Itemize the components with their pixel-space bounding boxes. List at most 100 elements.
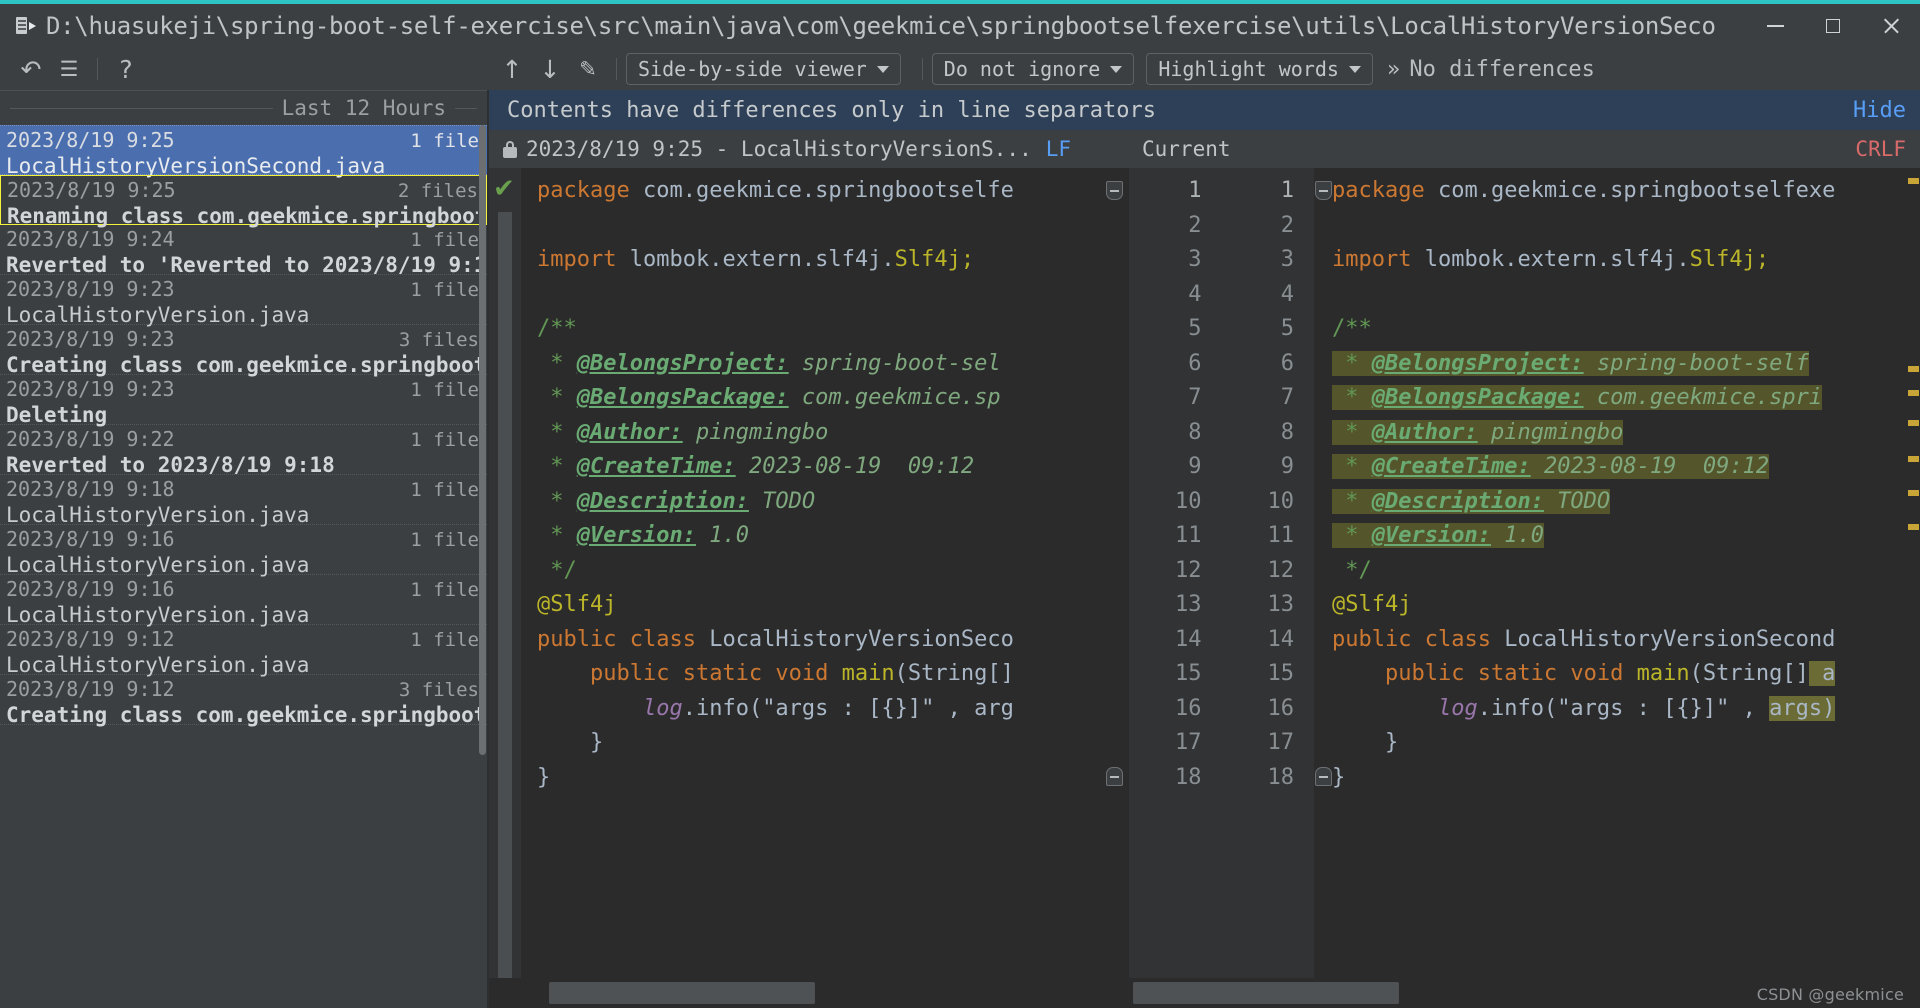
highlight-policy-label: Highlight words (1158, 57, 1339, 81)
history-revision-item[interactable]: 2023/8/19 9:23 3 files Creating class com.… (0, 325, 487, 377)
compare-files-button[interactable]: ☰ (50, 53, 88, 85)
line-number: 17 (1267, 730, 1295, 755)
right-line-numbers: 1 2 3 4 5 6 7 8 9 10 11 12 13 14 15 16 17 18 (1222, 174, 1315, 1008)
diff-marker (1908, 490, 1919, 496)
sidebar-scrollbar[interactable] (477, 125, 487, 1008)
sidebar-scrollbar-thumb[interactable] (479, 125, 486, 755)
window-title-bar: D:\huasukeji\spring-boot-self-exercise\s… (0, 4, 1920, 48)
highlight-policy-dropdown[interactable]: Highlight words (1146, 53, 1373, 85)
revision-file-count: 1 file (410, 579, 479, 601)
line-number: 15 (1267, 661, 1295, 686)
right-code-pane[interactable]: package com.geekmice.springbootselfexe im… (1314, 168, 1920, 1008)
history-revision-item[interactable]: 2023/8/19 9:23 1 file LocalHistoryVersion.… (0, 275, 487, 327)
horizontal-scrollbar-left[interactable] (549, 982, 815, 1004)
left-pane-title: 2023/8/19 9:25 - LocalHistoryVersionS... (526, 137, 1032, 161)
code-line: * @Author: pingmingbo (1332, 419, 1624, 445)
left-code-pane[interactable]: package com.geekmice.springbootselfe impo… (521, 168, 1129, 1008)
revert-button[interactable]: ↶ (12, 53, 50, 85)
horizontal-scrollbar-right[interactable] (1133, 982, 1399, 1004)
line-separator-notice: Contents have differences only in line s… (489, 90, 1920, 130)
watermark-text: CSDN @geekmice (1756, 985, 1904, 1004)
line-number: 7 (1280, 385, 1294, 410)
revision-timestamp: 2023/8/19 9:23 (6, 277, 175, 301)
revision-timestamp: 2023/8/19 9:25 (7, 178, 176, 202)
history-revision-item[interactable]: 2023/8/19 9:25 2 files Renaming class com.… (0, 175, 487, 228)
revision-file-count: 3 files (398, 329, 479, 351)
fold-marker-bottom-right[interactable] (1315, 767, 1332, 786)
code-line: } (537, 730, 604, 755)
diff-marker (1908, 178, 1919, 184)
line-number: 16 (1175, 695, 1202, 721)
code-line: public static void main(String[] (589, 661, 1014, 686)
arrow-down-icon: ↓ (539, 54, 561, 84)
left-pane-title-group: 2023/8/19 9:25 - LocalHistoryVersionS...… (489, 137, 1124, 161)
pencil-edit-icon: ✎ (579, 57, 597, 81)
history-revision-item[interactable]: 2023/8/19 9:12 3 files Creating class com.… (0, 675, 487, 727)
line-number: 6 (1188, 350, 1202, 376)
minimize-button[interactable] (1746, 4, 1804, 48)
chevron-down-icon (876, 65, 889, 73)
history-revision-item[interactable]: 2023/8/19 9:23 1 file Deleting (0, 375, 487, 427)
edit-source-button[interactable]: ✎ (569, 53, 607, 85)
ignore-policy-dropdown[interactable]: Do not ignore (931, 53, 1135, 85)
history-revision-item[interactable]: 2023/8/19 9:24 1 file Reverted to 'Reverte… (0, 225, 487, 277)
code-line: public class LocalHistoryVersionSeco (537, 626, 1014, 652)
viewer-mode-dropdown[interactable]: Side-by-side viewer (626, 53, 901, 85)
right-line-separator-group: CRLF (1855, 130, 1906, 168)
revision-file-count: 1 file (410, 429, 479, 451)
code-line: public static void main(String[] a (1384, 661, 1836, 686)
gutter-change-bar (498, 212, 512, 1008)
group-rule-right (455, 107, 477, 109)
history-revision-list[interactable]: 2023/8/19 9:25 1 file LocalHistoryVersionS… (0, 125, 487, 1008)
line-number: 12 (1267, 557, 1295, 583)
history-revision-item[interactable]: 2023/8/19 9:22 1 file Reverted to 2023/8/1… (0, 425, 487, 477)
hide-notice-link[interactable]: Hide (1853, 98, 1906, 123)
close-icon (1882, 17, 1900, 35)
diff-pane-titles: 2023/8/19 9:25 - LocalHistoryVersionS...… (489, 130, 1920, 168)
line-number: 5 (1280, 316, 1294, 341)
revision-timestamp: 2023/8/19 9:22 (6, 427, 175, 451)
maximize-button[interactable] (1804, 4, 1862, 48)
revision-timestamp: 2023/8/19 9:18 (6, 477, 175, 501)
previous-difference-button[interactable]: ↑ (493, 53, 531, 85)
line-number: 3 (1280, 247, 1294, 272)
line-number: 7 (1188, 385, 1202, 410)
history-revision-item[interactable]: 2023/8/19 9:25 1 file LocalHistoryVersionS… (0, 125, 487, 178)
line-number: 2 (1188, 212, 1202, 238)
close-button[interactable] (1862, 4, 1920, 48)
line-number: 18 (1267, 764, 1295, 790)
code-line: * @CreateTime: 2023-08-19 09:12 (537, 454, 975, 479)
code-line: log.info("args : [{}]" , args) (1437, 695, 1836, 721)
history-revision-item[interactable]: 2023/8/19 9:16 1 file LocalHistoryVersion.… (0, 575, 487, 627)
diff-editors: ✔ package com.geekmice.springbootselfe im… (489, 168, 1920, 1008)
revision-file-count: 1 file (410, 479, 479, 501)
next-difference-button[interactable]: ↓ (531, 53, 569, 85)
diff-marker (1908, 524, 1919, 530)
toolbar-right-group: ↑ ↓ ✎ Side-by-side viewer Do not ignore … (493, 48, 1595, 90)
history-revision-item[interactable]: 2023/8/19 9:18 1 file LocalHistoryVersion.… (0, 475, 487, 527)
line-number: 9 (1188, 454, 1202, 479)
fold-marker-top-left[interactable] (1106, 181, 1123, 200)
fold-marker-top-right[interactable] (1315, 181, 1332, 200)
code-line: * @BelongsProject: spring-boot-sel (537, 350, 1001, 376)
help-button[interactable]: ? (107, 53, 145, 85)
revision-timestamp: 2023/8/19 9:12 (6, 677, 175, 701)
history-revision-item[interactable]: 2023/8/19 9:12 1 file LocalHistoryVersion.… (0, 625, 487, 677)
fold-marker-bottom-left[interactable] (1106, 767, 1123, 786)
minimize-icon (1766, 25, 1784, 27)
line-number: 12 (1175, 557, 1202, 583)
diff-marker (1908, 456, 1919, 462)
editor-bottom-strip (489, 978, 1920, 1008)
toolbar-overflow-button[interactable]: » (1387, 57, 1400, 82)
revision-timestamp: 2023/8/19 9:12 (6, 627, 175, 651)
code-line: } (537, 764, 551, 790)
local-history-diff-window: D:\huasukeji\spring-boot-self-exercise\s… (0, 0, 1920, 1008)
diff-vertical-scrollbar[interactable] (1906, 168, 1920, 1008)
lock-icon (503, 140, 517, 158)
line-number: 13 (1175, 592, 1202, 617)
history-revision-item[interactable]: 2023/8/19 9:16 1 file LocalHistoryVersion.… (0, 525, 487, 577)
line-number: 8 (1188, 419, 1202, 445)
code-line: * @CreateTime: 2023-08-19 09:12 (1332, 454, 1770, 479)
ignore-policy-label: Do not ignore (943, 57, 1101, 81)
